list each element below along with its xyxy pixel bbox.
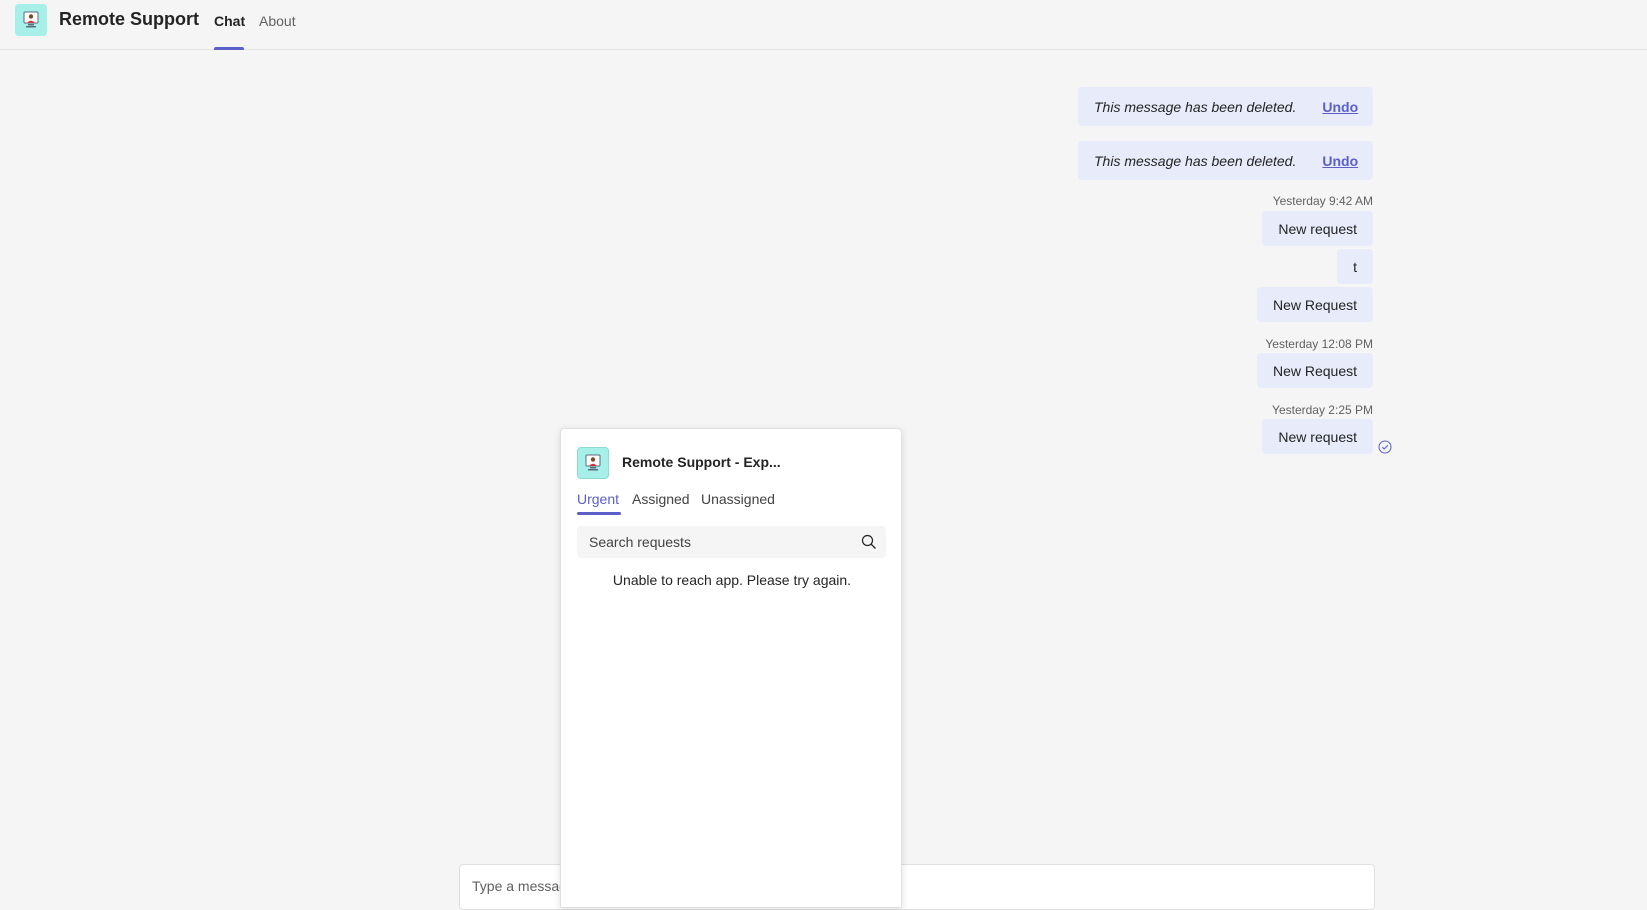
undo-link[interactable]: Undo (1322, 153, 1358, 169)
undo-link[interactable]: Undo (1322, 99, 1358, 115)
message-bubble[interactable]: New request (1262, 211, 1373, 246)
deleted-message-text: This message has been deleted. (1094, 152, 1297, 169)
error-message: Unable to reach app. Please try again. (612, 572, 852, 588)
deleted-message-notice: This message has been deleted. Undo (1078, 87, 1373, 126)
messaging-extension-popup: Remote Support - Exp... Urgent Assigned … (560, 428, 902, 908)
deleted-message-notice: This message has been deleted. Undo (1078, 141, 1373, 180)
message-bubble[interactable]: t (1337, 249, 1373, 284)
message-timestamp: Yesterday 9:42 AM (1272, 194, 1373, 208)
tab-urgent[interactable]: Urgent (577, 491, 621, 515)
message-bubble[interactable]: New Request (1256, 287, 1373, 322)
search-input[interactable] (589, 532, 849, 552)
app-header: Remote Support Chat About (0, 0, 1647, 50)
search-box (577, 526, 886, 558)
search-icon[interactable] (861, 534, 877, 550)
seen-check-icon (1378, 440, 1392, 454)
message-bubble[interactable]: New Request (1256, 353, 1373, 388)
message-bubble[interactable]: New request (1262, 419, 1373, 454)
remote-support-app-icon[interactable] (15, 4, 47, 36)
remote-support-app-icon (577, 447, 609, 479)
app-title: Remote Support (59, 9, 200, 29)
tab-unassigned[interactable]: Unassigned (701, 491, 775, 515)
message-timestamp: Yesterday 12:08 PM (1265, 337, 1373, 351)
tab-about[interactable]: About (259, 13, 296, 50)
message-timestamp: Yesterday 2:25 PM (1272, 403, 1373, 417)
popup-title: Remote Support - Exp... (622, 454, 781, 470)
deleted-message-text: This message has been deleted. (1094, 98, 1297, 115)
tab-assigned[interactable]: Assigned (632, 491, 690, 515)
tab-chat[interactable]: Chat (214, 13, 245, 50)
